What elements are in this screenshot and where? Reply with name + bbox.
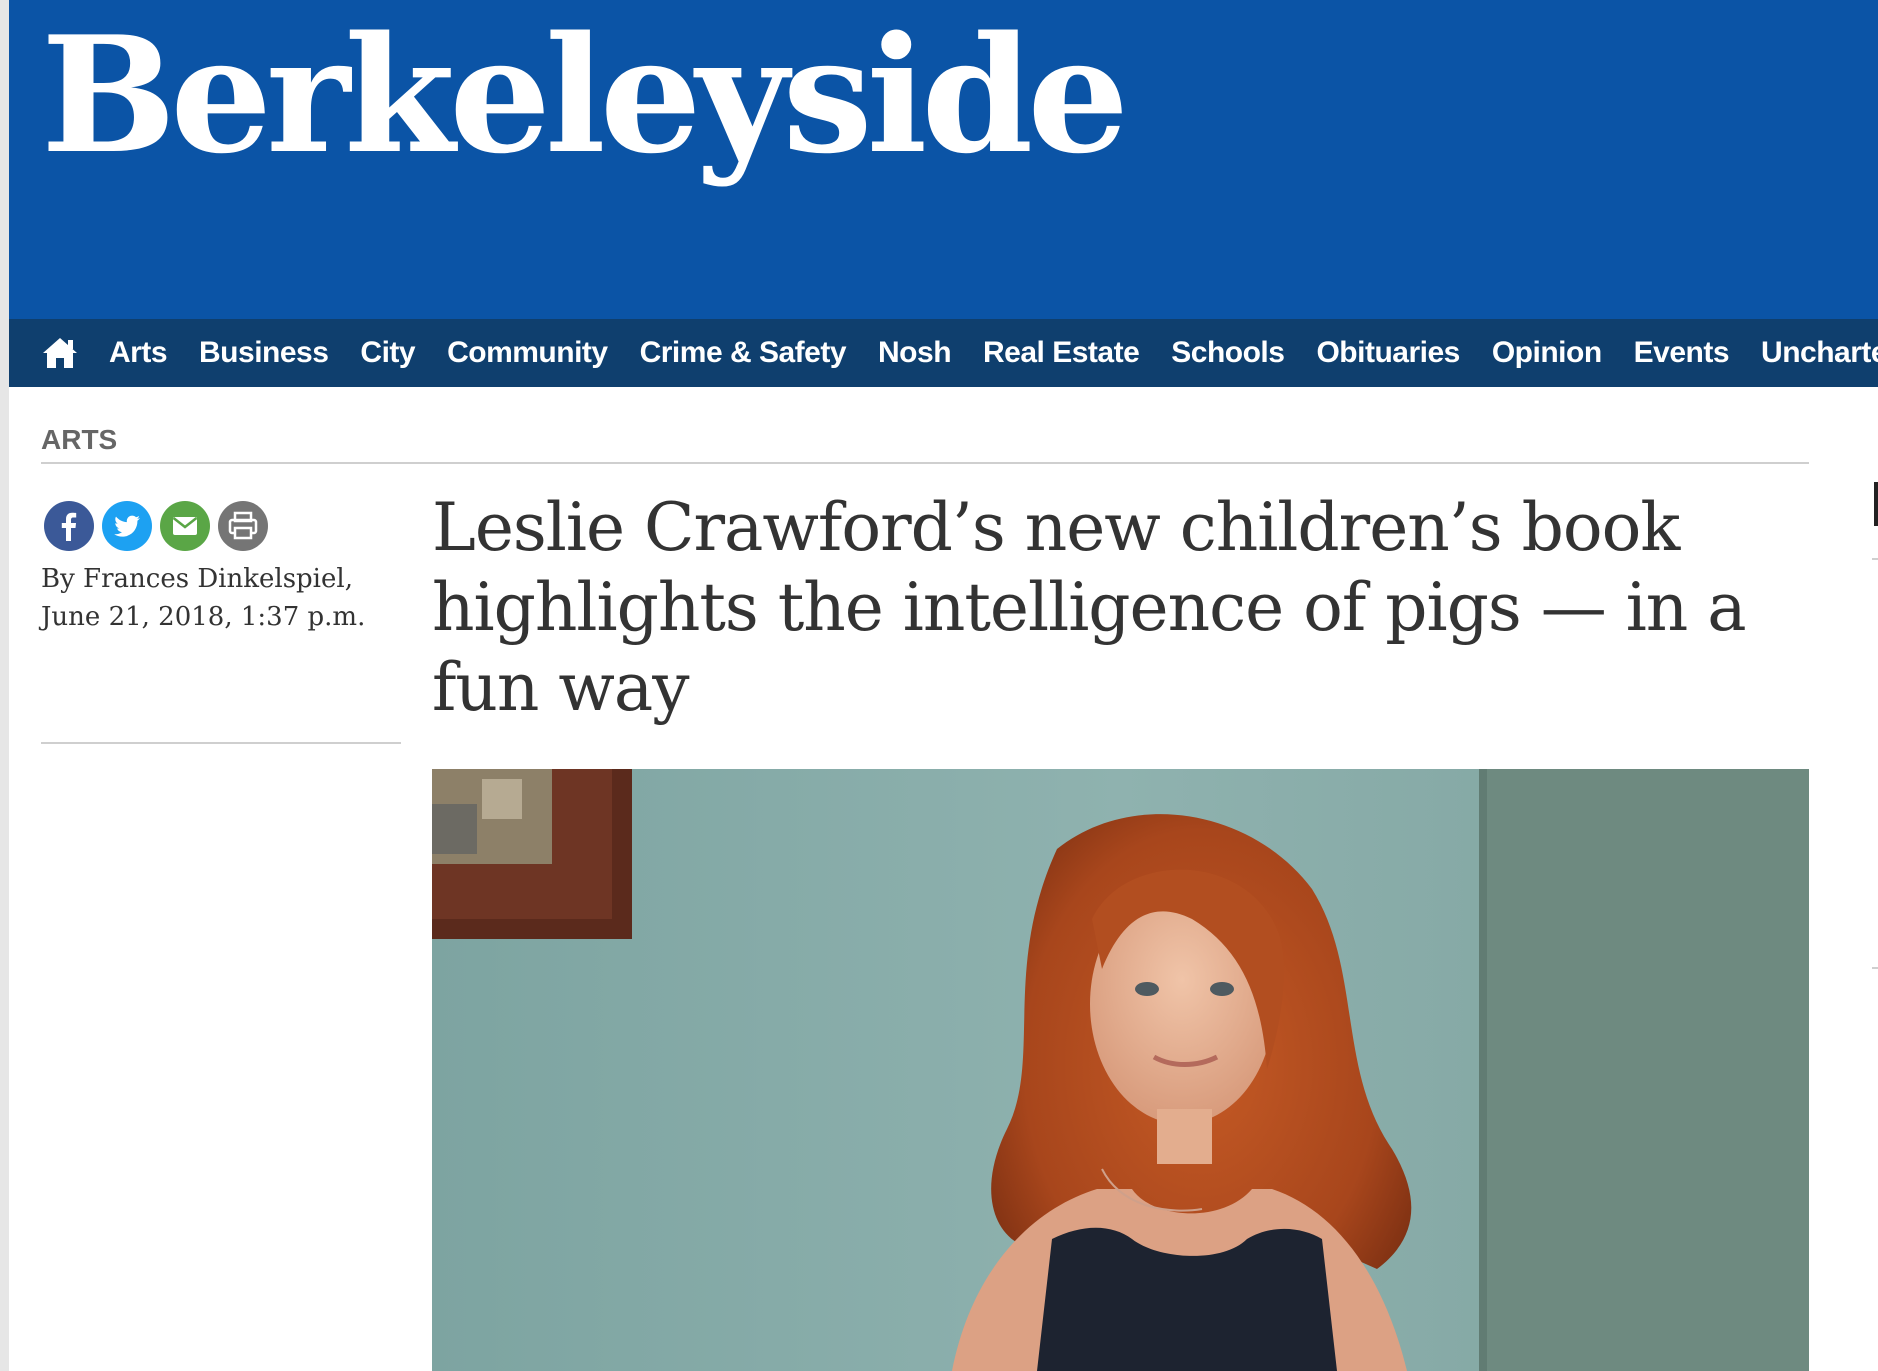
article-headline: Leslie Crawford’s new children’s book hi… [432,489,1747,726]
section-label[interactable]: ARTS [41,424,117,456]
nav-item-business[interactable]: Business [199,336,329,370]
sidebar-edge [1874,482,1878,526]
nav-item-obituaries[interactable]: Obituaries [1316,336,1460,370]
nav-item-community[interactable]: Community [447,336,608,370]
divider [41,462,1809,464]
facebook-icon[interactable] [44,501,94,551]
email-icon[interactable] [160,501,210,551]
print-icon[interactable] [218,501,268,551]
main-nav: Arts Business City Community Crime & Saf… [9,319,1878,387]
nav-item-city[interactable]: City [360,336,415,370]
page-edge [0,0,9,1371]
nav-item-uncharted[interactable]: Uncharted [1761,336,1878,370]
divider [1872,967,1878,969]
nav-item-opinion[interactable]: Opinion [1492,336,1602,370]
author-name[interactable]: By Frances Dinkelspiel, [41,560,381,598]
site-logo[interactable]: Berkeleyside [41,0,1129,190]
nav-item-crime-safety[interactable]: Crime & Safety [640,336,847,370]
publish-date: June 21, 2018, 1:37 p.m. [41,602,366,632]
home-icon[interactable] [41,336,79,370]
byline: By Frances Dinkelspiel, June 21, 2018, 1… [41,560,381,636]
nav-item-schools[interactable]: Schools [1171,336,1285,370]
divider [1872,558,1878,560]
share-buttons [44,501,268,551]
nav-item-arts[interactable]: Arts [109,336,168,370]
twitter-icon[interactable] [102,501,152,551]
nav-item-real-estate[interactable]: Real Estate [983,336,1140,370]
nav-item-nosh[interactable]: Nosh [878,336,952,370]
nav-item-events[interactable]: Events [1634,336,1730,370]
divider [41,742,401,744]
article-photo [432,769,1809,1371]
masthead: Berkeleyside [9,0,1878,319]
